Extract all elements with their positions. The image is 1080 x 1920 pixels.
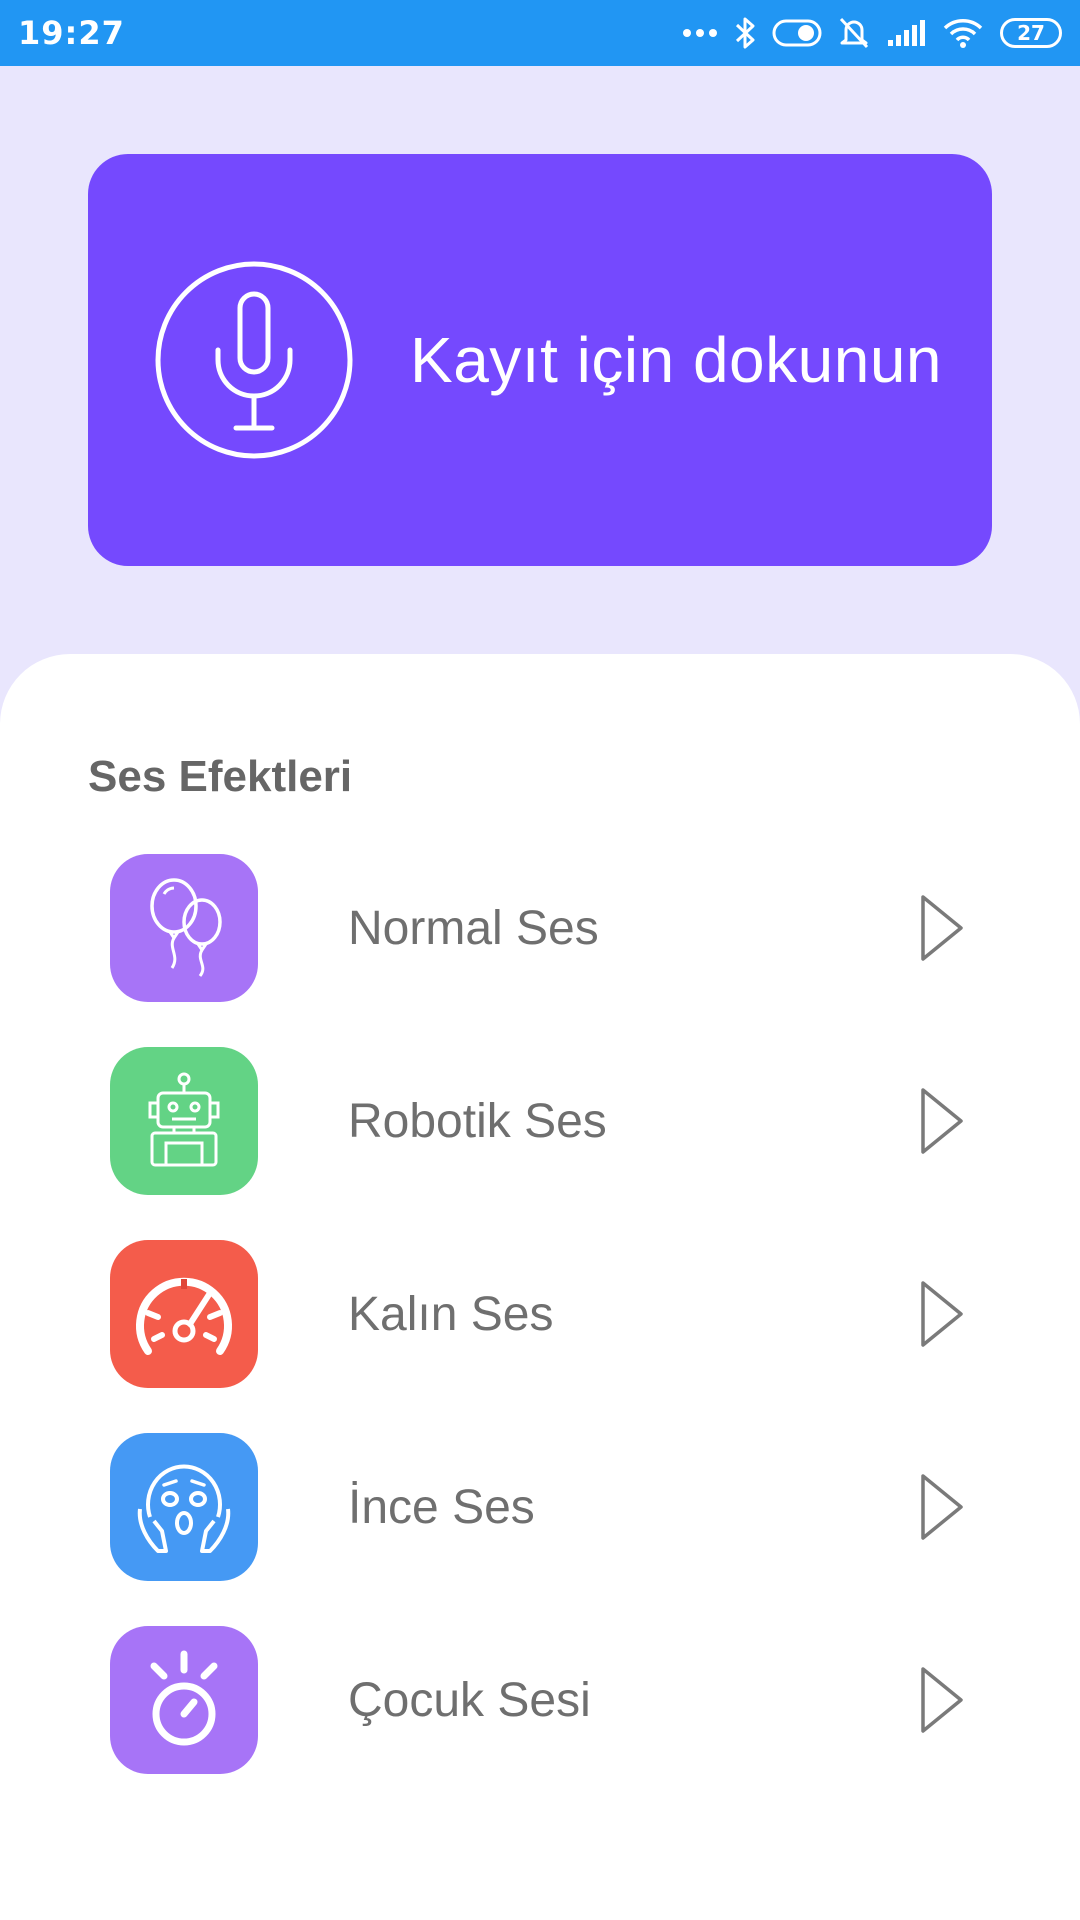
scared-face-icon bbox=[110, 1433, 258, 1581]
effect-label: Normal Ses bbox=[348, 901, 599, 955]
balloons-icon bbox=[110, 854, 258, 1002]
play-icon[interactable] bbox=[912, 1081, 972, 1161]
signal-icon bbox=[888, 20, 925, 46]
section-title: Ses Efektleri bbox=[88, 752, 353, 801]
battery-icon: 27 bbox=[1000, 18, 1062, 48]
mute-bell-icon bbox=[839, 17, 869, 49]
status-bar: 19:27 27 bbox=[0, 0, 1080, 66]
effect-normal[interactable]: Normal Ses bbox=[110, 853, 980, 1003]
effect-robotic[interactable]: Robotik Ses bbox=[110, 1046, 980, 1196]
effect-thin[interactable]: İnce Ses bbox=[110, 1432, 980, 1582]
wifi-icon bbox=[943, 19, 983, 48]
effects-sheet: Ses Efektleri Normal Ses Robotik Ses Kal… bbox=[0, 654, 1080, 1920]
play-icon[interactable] bbox=[912, 1467, 972, 1547]
stopwatch-icon bbox=[110, 1626, 258, 1774]
effect-label: Çocuk Sesi bbox=[348, 1673, 591, 1727]
effect-label: İnce Ses bbox=[348, 1480, 535, 1534]
status-time: 19:27 bbox=[18, 14, 125, 52]
play-icon[interactable] bbox=[912, 1660, 972, 1740]
battery-level: 27 bbox=[1017, 21, 1045, 45]
record-label: Kayıt için dokunun bbox=[410, 324, 942, 396]
record-button[interactable]: Kayıt için dokunun bbox=[88, 154, 992, 566]
toggle-icon bbox=[772, 19, 822, 47]
effect-label: Robotik Ses bbox=[348, 1094, 607, 1148]
play-icon[interactable] bbox=[912, 888, 972, 968]
speedometer-icon bbox=[110, 1240, 258, 1388]
effect-deep[interactable]: Kalın Ses bbox=[110, 1239, 980, 1389]
status-icons: 27 bbox=[682, 16, 1062, 50]
effect-label: Kalın Ses bbox=[348, 1287, 554, 1341]
robot-icon bbox=[110, 1047, 258, 1195]
more-dots-icon bbox=[683, 29, 717, 37]
microphone-icon bbox=[155, 261, 353, 459]
bluetooth-icon bbox=[735, 17, 755, 49]
effect-child[interactable]: Çocuk Sesi bbox=[110, 1625, 980, 1775]
play-icon[interactable] bbox=[912, 1274, 972, 1354]
